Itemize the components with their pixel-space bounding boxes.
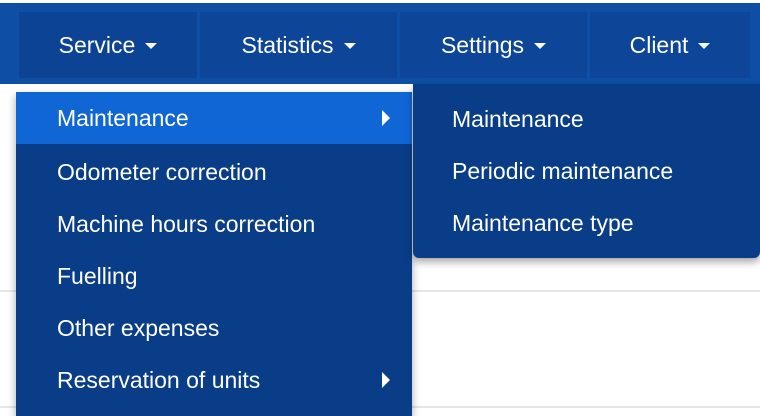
nav-service-dropdown[interactable]: Service	[19, 12, 197, 78]
nav-settings-label: Settings	[440, 31, 525, 58]
nav-client-dropdown[interactable]: Client	[590, 12, 750, 78]
menu-item-maintenance[interactable]: Maintenance	[16, 92, 412, 144]
nav-client-label: Client	[629, 31, 689, 58]
caret-down-icon	[534, 43, 547, 49]
menu-item-other-expenses[interactable]: Other expenses	[16, 302, 412, 354]
caret-down-icon	[145, 43, 158, 49]
submenu-item-periodic-maintenance[interactable]: Periodic maintenance	[413, 145, 760, 197]
submenu-item-label: Maintenance type	[452, 209, 634, 236]
nav-statistics-dropdown[interactable]: Statistics	[200, 12, 397, 78]
menu-item-label: Reservation of units	[57, 366, 261, 393]
caret-right-icon	[382, 372, 390, 388]
service-dropdown-menu: Maintenance Odometer correction Machine …	[16, 92, 412, 416]
submenu-item-label: Maintenance	[452, 105, 584, 132]
submenu-item-maintenance[interactable]: Maintenance	[413, 93, 760, 145]
caret-right-icon	[382, 110, 390, 126]
nav-service-label: Service	[58, 31, 136, 58]
maintenance-submenu: Maintenance Periodic maintenance Mainten…	[413, 84, 760, 258]
menu-item-label: Odometer correction	[57, 158, 267, 185]
menu-item-label: Maintenance	[57, 104, 189, 131]
menu-item-reservation-of-units[interactable]: Reservation of units	[16, 354, 412, 406]
submenu-item-label: Periodic maintenance	[452, 157, 674, 184]
menu-item-machine-hours-correction[interactable]: Machine hours correction	[16, 198, 412, 250]
caret-down-icon	[343, 43, 356, 49]
nav-settings-dropdown[interactable]: Settings	[400, 12, 587, 78]
caret-down-icon	[698, 43, 711, 49]
menu-item-odometer-correction[interactable]: Odometer correction	[16, 146, 412, 198]
nav-statistics-label: Statistics	[241, 31, 334, 58]
menu-item-label: Other expenses	[57, 314, 220, 341]
main-navbar: Service Statistics Settings Client	[0, 3, 760, 84]
menu-item-label: Fuelling	[57, 262, 138, 289]
menu-item-fuelling[interactable]: Fuelling	[16, 250, 412, 302]
submenu-item-maintenance-type[interactable]: Maintenance type	[413, 197, 760, 249]
menu-item-label: Machine hours correction	[57, 210, 316, 237]
